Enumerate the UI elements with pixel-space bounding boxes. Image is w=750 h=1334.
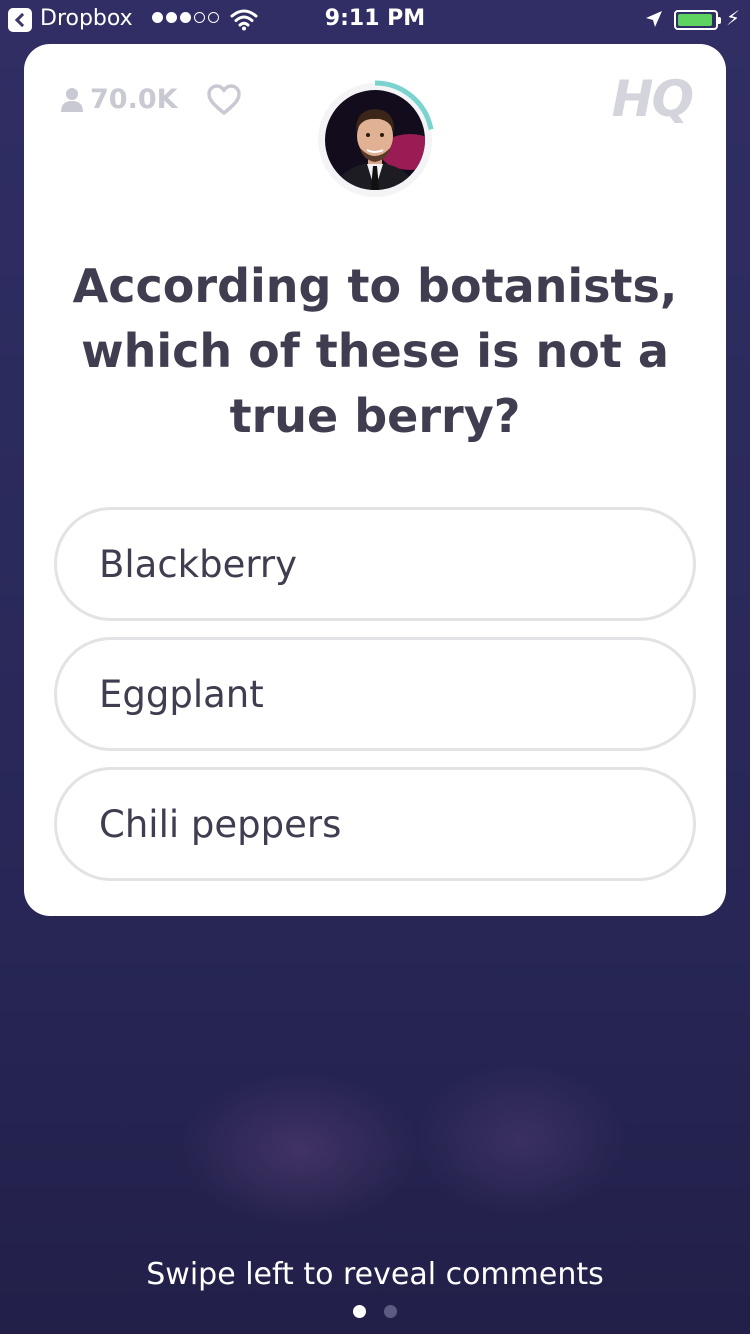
- answer-list: Blackberry Eggplant Chili peppers: [54, 507, 696, 897]
- heart-icon[interactable]: [207, 84, 241, 116]
- viewer-count-label: 70.0K: [90, 84, 178, 115]
- swipe-hint: Swipe left to reveal comments: [146, 1257, 604, 1292]
- answer-option-1[interactable]: Blackberry: [54, 507, 696, 621]
- timer-ring: [315, 80, 435, 200]
- question-card: 70.0K HQ According to botanists, which o…: [24, 44, 726, 916]
- person-icon: [61, 87, 83, 112]
- page-dot-1[interactable]: [353, 1305, 366, 1318]
- charging-bolt-icon: ⚡: [726, 6, 741, 30]
- viewer-count: 70.0K: [60, 84, 178, 115]
- answer-option-3[interactable]: Chili peppers: [54, 767, 696, 881]
- hq-logo: HQ: [611, 70, 694, 128]
- page-indicator[interactable]: [0, 1305, 750, 1318]
- battery-icon: [674, 10, 721, 30]
- battery-level: [678, 14, 713, 26]
- location-arrow-icon: [646, 11, 662, 27]
- question-text: According to botanists, which of these i…: [72, 259, 678, 443]
- status-bar: Dropbox 9:11 PM ⚡: [0, 0, 750, 40]
- clock: 9:11 PM: [324, 6, 426, 31]
- host-avatar: [315, 80, 435, 200]
- page-dot-2[interactable]: [384, 1305, 397, 1318]
- answer-option-2[interactable]: Eggplant: [54, 637, 696, 751]
